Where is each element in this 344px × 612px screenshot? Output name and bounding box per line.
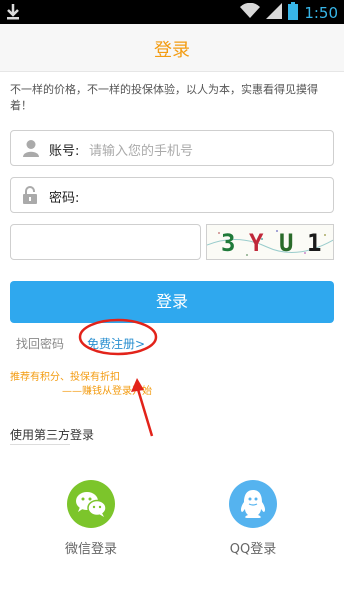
download-icon — [6, 3, 20, 25]
slogan-text: 不一样的价格，不一样的投保体验，以人为本，实惠看得见摸得着！ — [10, 83, 318, 112]
account-label: 账号: — [49, 144, 80, 159]
page-title: 登录 — [154, 40, 190, 61]
divider — [10, 444, 70, 445]
status-bar: 1:50 — [0, 0, 344, 24]
captcha-char: Y — [249, 229, 264, 257]
user-icon — [22, 139, 40, 161]
captcha-char: 3 — [221, 229, 236, 257]
login-button[interactable]: 登录 — [10, 281, 334, 323]
signal-icon — [266, 3, 283, 23]
captcha-char: 1 — [307, 229, 322, 257]
lock-icon — [22, 186, 38, 208]
promo-line-2: ——赚钱从登录开始 — [62, 386, 152, 397]
third-party-title: 使用第三方登录 — [10, 428, 95, 442]
status-time: 1:50 — [304, 4, 338, 22]
account-field[interactable]: 账号: 请输入您的手机号 — [10, 130, 334, 166]
captcha-image[interactable]: 3 Y U 1 — [206, 224, 334, 260]
forgot-password-link[interactable]: 找回密码 — [16, 335, 64, 352]
wechat-icon — [67, 480, 115, 528]
wechat-login-button[interactable]: 微信登录 — [41, 480, 141, 557]
title-bar: 登录 — [0, 24, 344, 72]
password-field[interactable]: 密码: — [10, 177, 334, 213]
wifi-icon — [240, 2, 261, 23]
account-input[interactable]: 请输入您的手机号 — [89, 140, 193, 159]
captcha-char: U — [279, 229, 294, 257]
qq-login-label: QQ登录 — [229, 542, 277, 557]
battery-icon — [288, 2, 299, 24]
captcha-input[interactable] — [10, 224, 201, 260]
register-link[interactable]: 免费注册> — [87, 335, 145, 352]
wechat-login-label: 微信登录 — [64, 542, 117, 557]
promo-line-1: 推荐有积分、投保有折扣 — [10, 372, 120, 383]
qq-login-button[interactable]: QQ登录 — [203, 480, 303, 557]
qq-icon — [229, 480, 277, 528]
password-label: 密码: — [49, 191, 80, 206]
